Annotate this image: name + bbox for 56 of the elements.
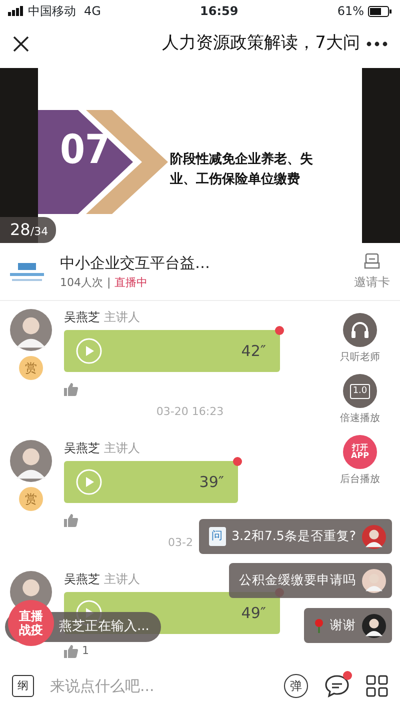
comment-input[interactable]: 来说点什么吧... [50, 674, 268, 698]
battery-percent: 61% [337, 3, 364, 20]
comment-text: 3.2和7.5条是否重复? [232, 527, 356, 546]
live-badge[interactable]: 直播 战疫 [8, 600, 54, 646]
channel-name: 中小企业交互平台益… [60, 253, 211, 274]
close-icon[interactable] [12, 35, 30, 53]
play-icon [76, 338, 102, 364]
button-label: 只听老师 [340, 350, 380, 365]
rose-icon [314, 618, 324, 632]
speaker-avatar [10, 309, 52, 351]
thumbs-up-icon[interactable] [64, 644, 78, 658]
comment-text: 谢谢 [330, 616, 356, 634]
danmaku-button[interactable]: 弹 [284, 674, 308, 698]
timestamp: 03-20 16:23 [156, 405, 224, 418]
outline-button[interactable]: 纲 [12, 675, 34, 697]
signal-icon [8, 6, 24, 16]
speaker-avatar [10, 440, 52, 482]
user-avatar [362, 614, 386, 638]
speaker-role: 主讲人 [104, 571, 140, 588]
live-status: 直播中 [114, 274, 148, 290]
thumbs-up-icon[interactable] [64, 382, 78, 396]
card-icon[interactable] [364, 252, 380, 268]
carrier-name: 中国移动 [28, 3, 76, 20]
button-label: 后台播放 [340, 472, 380, 487]
headphones-button[interactable] [343, 313, 377, 347]
question-tag: 问 [208, 527, 226, 546]
headphones-icon [350, 321, 370, 339]
like-count: 1 [82, 642, 89, 659]
slide-number: 07 [60, 130, 110, 170]
play-icon [76, 469, 102, 495]
button-label: 倍速播放 [340, 412, 380, 426]
grid-icon[interactable] [366, 675, 388, 697]
page-title: 人力资源政策解读，7大问 [162, 32, 360, 56]
speaker-name: 吴燕芝 [64, 309, 100, 326]
separator: | [107, 274, 111, 291]
chat-icon[interactable] [324, 674, 350, 698]
comment-text: 公积金缓缴要申请吗 [239, 571, 356, 590]
speaker-role: 主讲人 [104, 440, 140, 457]
network-type: 4G [84, 3, 101, 20]
timestamp: 03-2 [168, 536, 193, 549]
channel-logo-icon [10, 260, 44, 282]
speed-button[interactable]: 1.0 [343, 374, 377, 408]
clock-time: 16:59 [200, 3, 238, 20]
battery-icon [368, 6, 392, 16]
page-counter: 28/34 [0, 217, 56, 243]
speaker-name: 吴燕芝 [64, 440, 100, 457]
speaker-role: 主讲人 [104, 309, 140, 326]
user-avatar [362, 568, 386, 592]
speaker-name: 吴燕芝 [64, 571, 100, 588]
slide-heading: 阶段性减免企业养老、失业、工伤保险单位缴费 [170, 150, 314, 188]
view-count: 104人次 [60, 274, 103, 290]
thumbs-up-icon[interactable] [64, 513, 78, 527]
more-icon[interactable] [366, 41, 388, 47]
invite-card-link[interactable]: 邀请卡 [354, 272, 390, 290]
user-avatar [362, 524, 386, 548]
open-app-button[interactable]: 打开 APP [343, 435, 377, 469]
